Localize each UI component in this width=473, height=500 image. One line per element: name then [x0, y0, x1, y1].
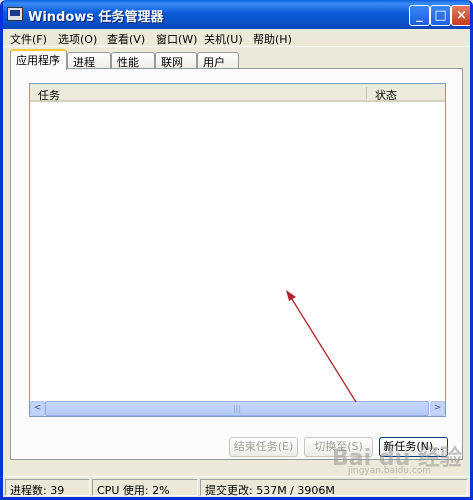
tab-applications[interactable]: 应用程序 — [10, 49, 67, 70]
annotation-arrow-icon — [286, 290, 357, 403]
watermark-url: jingyan.baidu.com — [348, 466, 432, 476]
